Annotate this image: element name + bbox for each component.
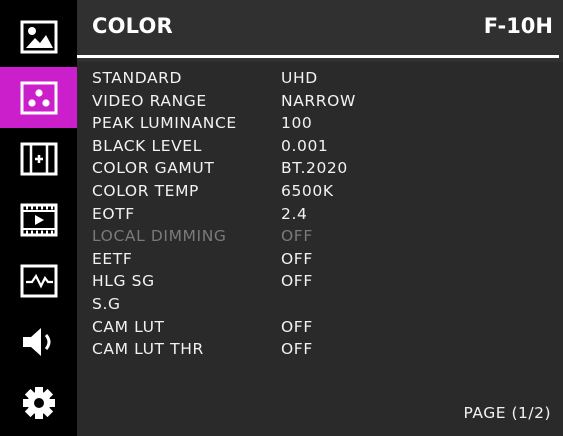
marker-icon [20,142,57,175]
sidebar-item-picture[interactable] [0,6,77,67]
setting-row-peak-luminance[interactable]: PEAK LUMINANCE 100 [92,113,512,133]
page-indicator: PAGE (1/2) [463,404,551,422]
model-name: F-10H [483,14,553,38]
setting-row-color-gamut[interactable]: COLOR GAMUT BT.2020 [92,158,512,178]
setting-row-standard[interactable]: STANDARD UHD [92,68,512,88]
setting-label: EOTF [92,204,135,223]
setting-row-video-range[interactable]: VIDEO RANGE NARROW [92,91,512,111]
setting-label: COLOR GAMUT [92,159,215,178]
sidebar-item-color[interactable] [0,67,77,128]
speaker-icon [22,327,50,356]
settings-panel: COLOR F-10H STANDARD UHD VIDEO RANGE NAR… [77,0,563,436]
setting-value: UHD [281,69,318,87]
sidebar-item-audio[interactable] [0,311,77,372]
waveform-icon [20,264,57,297]
setting-label: BLACK LEVEL [92,136,202,155]
setting-row-black-level[interactable]: BLACK LEVEL 0.001 [92,136,512,156]
setting-row-eotf[interactable]: EOTF 2.4 [92,204,512,224]
setting-value: 0.001 [281,136,329,155]
setting-label: HLG SG [92,272,155,291]
header-divider [77,55,559,58]
sidebar [0,0,77,436]
sidebar-item-analysis[interactable] [0,250,77,311]
setting-label: VIDEO RANGE [92,91,207,110]
setting-label: S.G [92,295,121,313]
setting-value: OFF [281,249,313,268]
setting-label: EETF [92,249,133,268]
setting-value: BT.2020 [281,159,348,178]
setting-value: 100 [281,114,313,133]
setting-value: 6500K [281,182,334,200]
setting-label: LOCAL DIMMING [92,227,227,246]
sidebar-item-marker[interactable] [0,128,77,189]
color-dots-icon [20,81,57,114]
setting-row-s-g[interactable]: S.G [92,294,512,314]
setting-label: CAM LUT [92,317,165,336]
setting-value: OFF [281,272,313,291]
setting-row-cam-lut[interactable]: CAM LUT OFF [92,317,512,337]
setting-row-hlg-sg[interactable]: HLG SG OFF [92,271,512,291]
setting-label: COLOR TEMP [92,182,199,200]
gear-icon [22,386,55,419]
setting-row-cam-lut-thr[interactable]: CAM LUT THR OFF [92,339,512,359]
setting-label: STANDARD [92,69,183,87]
setting-value: 2.4 [281,204,308,223]
panel-header: COLOR F-10H [77,0,563,62]
picture-icon [20,20,57,53]
setting-value: OFF [281,227,313,246]
setting-value: OFF [281,317,313,336]
sidebar-item-video[interactable] [0,189,77,250]
setting-label: CAM LUT THR [92,340,204,359]
setting-value: NARROW [281,91,356,110]
setting-label: PEAK LUMINANCE [92,114,237,133]
setting-row-local-dimming: LOCAL DIMMING OFF [92,226,512,246]
setting-row-color-temp[interactable]: COLOR TEMP 6500K [92,181,512,201]
sidebar-item-system[interactable] [0,372,77,433]
film-play-icon [20,203,57,236]
setting-value: OFF [281,340,313,359]
page-title: COLOR [92,14,173,38]
setting-row-eetf[interactable]: EETF OFF [92,249,512,269]
